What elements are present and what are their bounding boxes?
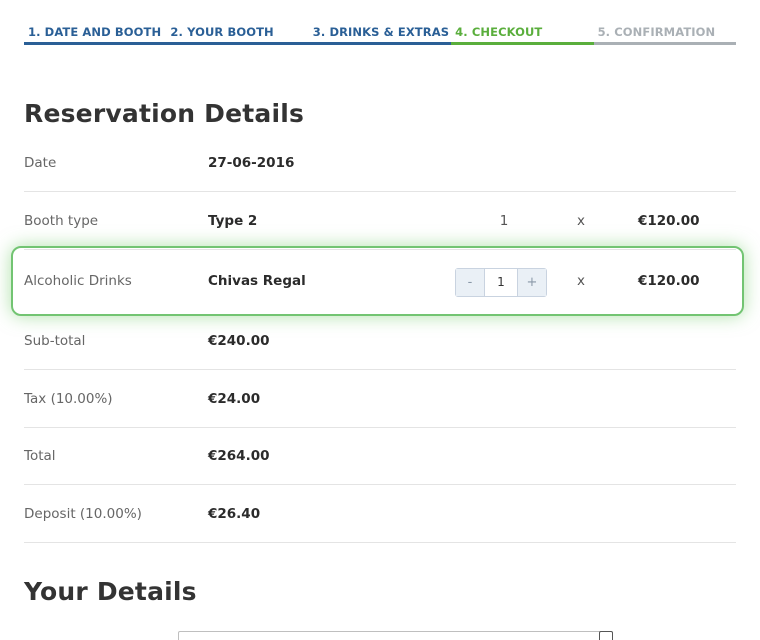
tax-row: Tax (10.00%) €24.00 xyxy=(24,371,736,428)
booth-quantity: 1 xyxy=(499,213,509,229)
booth-type-label: Booth type xyxy=(24,213,99,229)
drink-name: Chivas Regal xyxy=(208,273,306,289)
tax-value: €24.00 xyxy=(208,391,261,407)
alcoholic-drinks-row: Alcoholic Drinks Chivas Regal - 1 + x €1… xyxy=(24,253,736,310)
total-label: Total xyxy=(24,448,56,464)
resize-handle-icon[interactable] xyxy=(599,631,613,640)
increment-button[interactable]: + xyxy=(518,269,546,296)
tax-label: Tax (10.00%) xyxy=(24,391,113,407)
drink-price: €120.00 xyxy=(638,273,700,289)
step-date-and-booth[interactable]: 1. DATE AND BOOTH xyxy=(24,25,167,46)
deposit-value: €26.40 xyxy=(208,506,261,522)
booth-type-row: Booth type Type 2 1 x €120.00 xyxy=(24,193,736,250)
step-label: 4. CHECKOUT xyxy=(455,25,543,39)
booth-times-sign: x xyxy=(577,213,585,229)
total-row: Total €264.00 xyxy=(24,428,736,485)
step-label: 3. DRINKS & EXTRAS xyxy=(312,25,450,39)
alcoholic-drinks-label: Alcoholic Drinks xyxy=(24,273,132,289)
drink-times-sign: x xyxy=(577,273,585,289)
step-your-booth[interactable]: 2. YOUR BOOTH xyxy=(166,25,310,46)
deposit-row: Deposit (10.00%) €26.40 xyxy=(24,486,736,543)
date-value: 27-06-2016 xyxy=(208,155,295,171)
reservation-details-title: Reservation Details xyxy=(24,99,305,128)
step-label: 2. YOUR BOOTH xyxy=(170,25,274,39)
step-checkout[interactable]: 4. CHECKOUT xyxy=(451,25,594,46)
drink-quantity-stepper: - 1 + xyxy=(455,268,547,297)
total-value: €264.00 xyxy=(208,448,270,464)
subtotal-value: €240.00 xyxy=(208,333,270,349)
step-drinks-and-extras[interactable]: 3. DRINKS & EXTRAS xyxy=(308,25,452,46)
checkout-progress-steps: 1. DATE AND BOOTH 2. YOUR BOOTH 3. DRINK… xyxy=(24,25,737,46)
date-label: Date xyxy=(24,155,57,171)
step-confirmation: 5. CONFIRMATION xyxy=(593,25,737,46)
details-text-field[interactable] xyxy=(178,631,613,640)
step-label: 5. CONFIRMATION xyxy=(597,25,716,39)
step-label: 1. DATE AND BOOTH xyxy=(28,25,162,39)
your-details-title: Your Details xyxy=(24,577,197,606)
booth-type-value: Type 2 xyxy=(208,213,258,229)
booth-price: €120.00 xyxy=(638,213,700,229)
subtotal-row: Sub-total €240.00 xyxy=(24,313,736,370)
decrement-button[interactable]: - xyxy=(456,269,484,296)
drink-quantity-input[interactable]: 1 xyxy=(484,269,518,296)
subtotal-label: Sub-total xyxy=(24,333,86,349)
date-row: Date 27-06-2016 xyxy=(24,135,736,192)
deposit-label: Deposit (10.00%) xyxy=(24,506,142,522)
